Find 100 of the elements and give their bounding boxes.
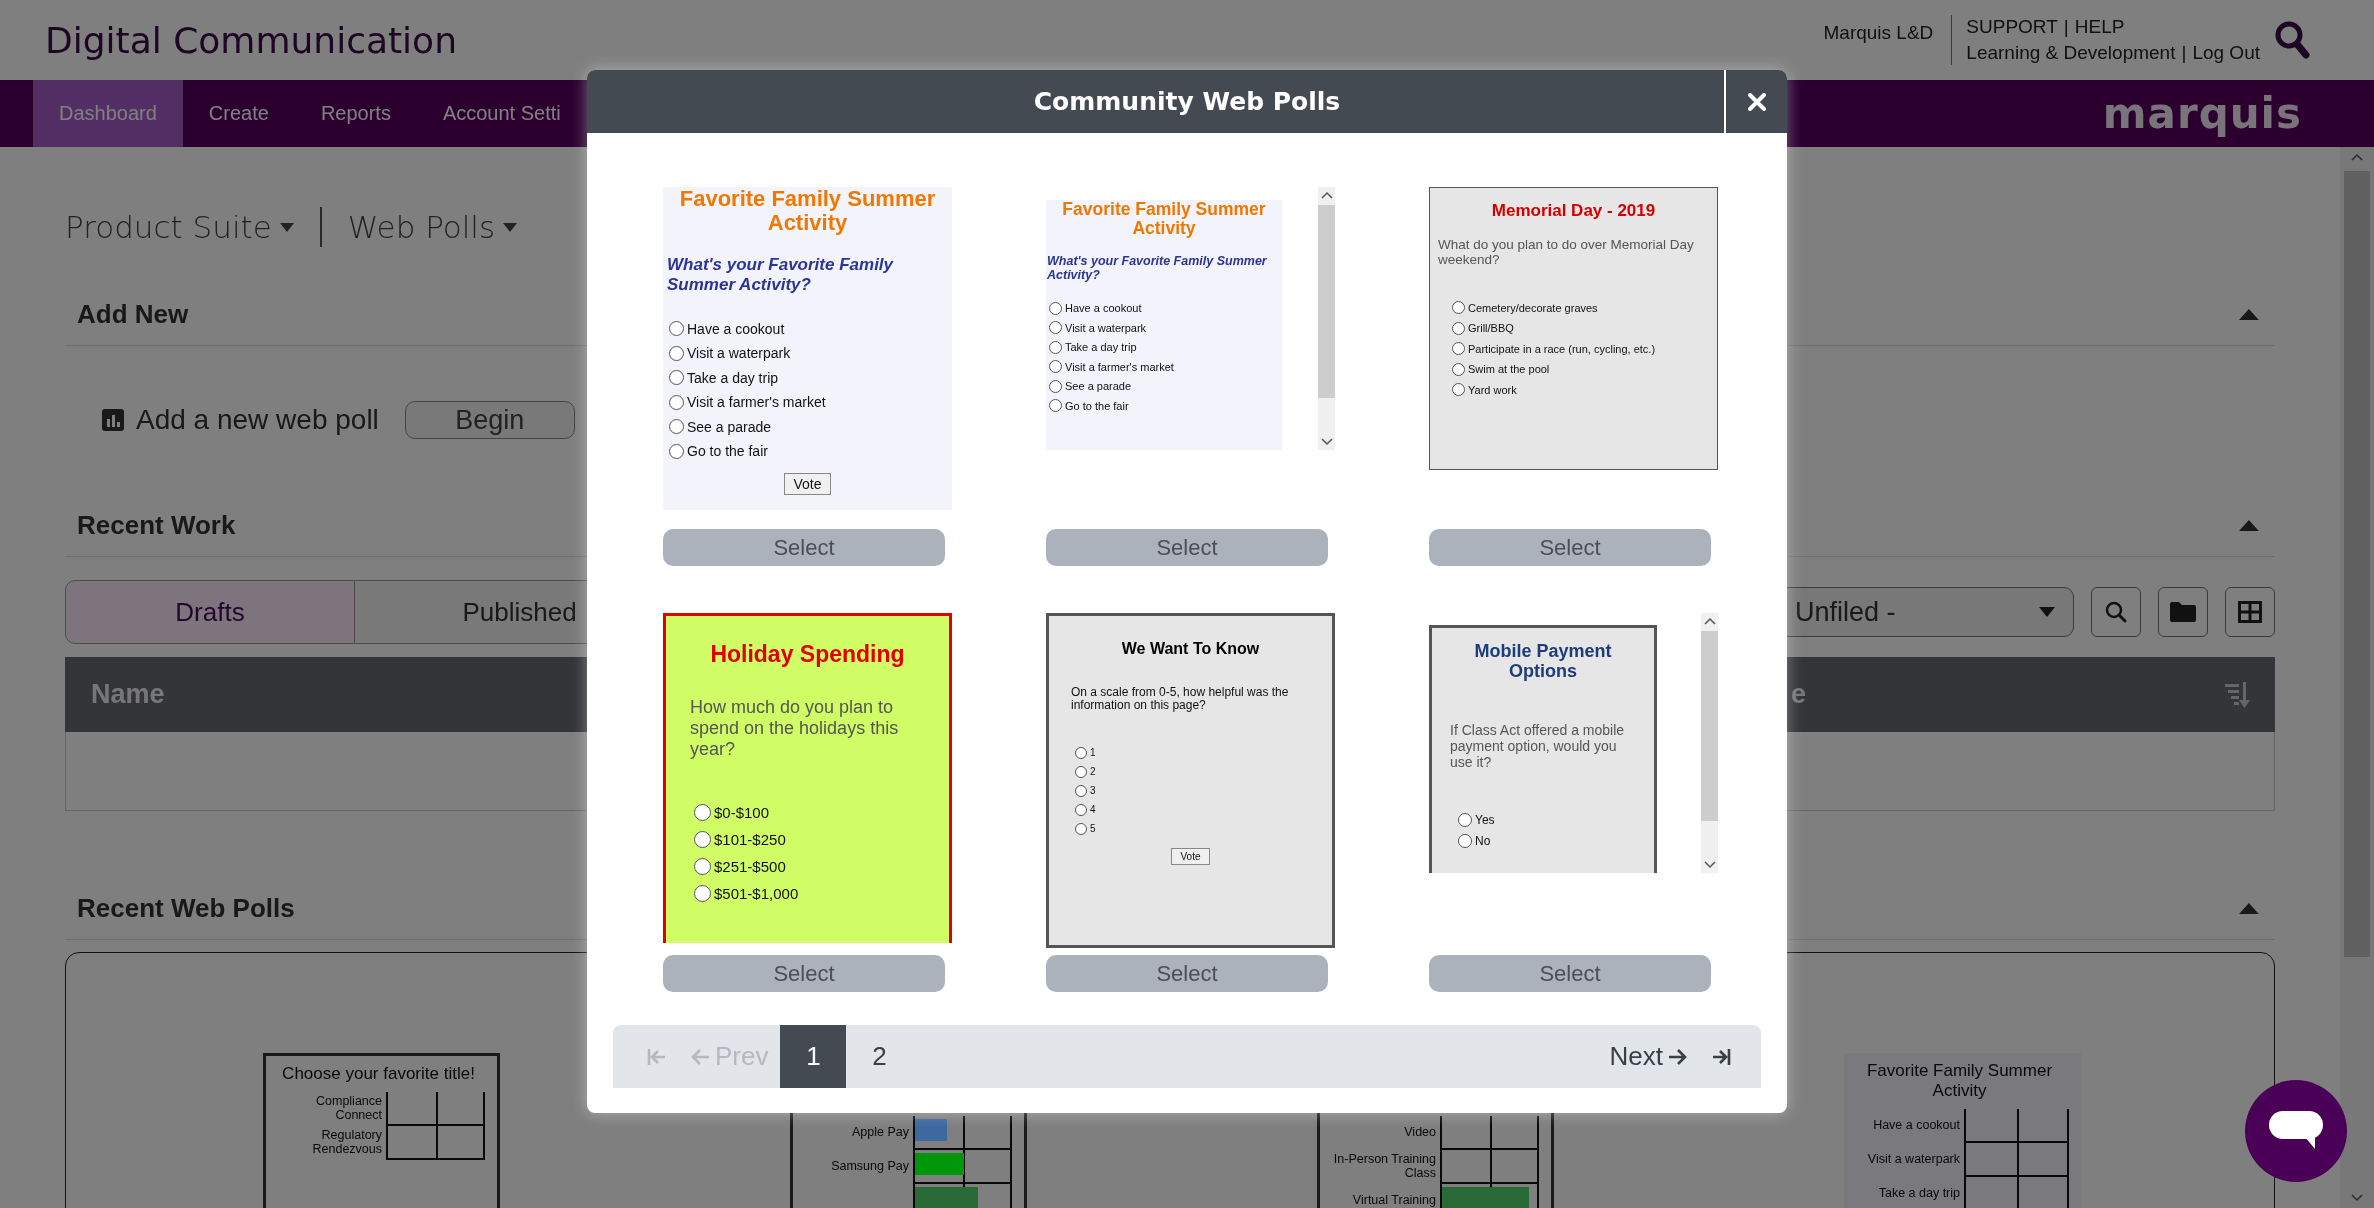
select-button[interactable]: Select <box>1046 955 1328 992</box>
nav-tab[interactable]: Create <box>182 80 295 147</box>
section-title: Add New <box>77 298 189 330</box>
right-arrow-icon <box>1667 1046 1687 1067</box>
radio-icon <box>1452 383 1465 397</box>
learning-link[interactable]: Learning & Development <box>1966 42 2176 64</box>
radio-icon <box>1452 301 1465 315</box>
nav-tab[interactable]: Dashboard <box>33 80 183 147</box>
poll-thumbnail[interactable]: Favorite Family Summer Activity Have a cookout Visit a waterpark Take a day trip <box>1844 1053 2081 1208</box>
radio-icon <box>669 345 684 361</box>
poll-option: Have a cookout <box>687 320 785 337</box>
radio-icon <box>1452 321 1465 335</box>
scrollbar[interactable] <box>1701 613 1718 873</box>
radio-icon <box>669 370 684 386</box>
poll-title: Favorite Family Summer Activity <box>678 187 937 236</box>
select-button[interactable]: Select <box>1429 955 1711 992</box>
close-icon <box>1747 92 1766 111</box>
scrollbar[interactable] <box>2340 147 2374 1208</box>
bar-label: Compliance Connect <box>315 1095 383 1123</box>
last-page-icon <box>1711 1046 1731 1067</box>
begin-button[interactable]: Begin <box>404 401 575 439</box>
select-button[interactable]: Select <box>1046 529 1328 566</box>
search-button[interactable] <box>2091 587 2141 637</box>
poll-option: $0-$100 <box>714 804 770 822</box>
collapse-icon[interactable] <box>2237 518 2261 532</box>
vote-button[interactable]: Vote <box>1171 848 1210 866</box>
radio-icon <box>1075 784 1087 797</box>
select-button[interactable]: Select <box>1429 529 1711 566</box>
radio-icon <box>1452 362 1465 376</box>
support-link[interactable]: SUPPORT <box>1966 16 2058 38</box>
collapse-icon[interactable] <box>2237 901 2261 915</box>
select-button[interactable]: Select <box>663 529 945 566</box>
poll-question: How much do you plan to spend on the holidays this year? <box>690 697 900 760</box>
radio-icon <box>1049 340 1062 354</box>
poll-option: Visit a waterpark <box>1065 321 1147 334</box>
vote-button[interactable]: Vote <box>784 473 831 496</box>
poll-option: Take a day trip <box>687 369 779 386</box>
page-button[interactable]: 1 <box>780 1025 847 1088</box>
radio-icon <box>694 858 711 876</box>
poll-option: See a parade <box>687 418 772 435</box>
bar-label: Video <box>1403 1126 1437 1140</box>
scroll-down-icon[interactable] <box>1703 861 1716 869</box>
scroll-up-icon[interactable] <box>1320 191 1333 199</box>
radio-icon <box>694 885 711 903</box>
search-icon <box>2274 20 2310 60</box>
poll-option: Visit a farmer's market <box>687 394 826 411</box>
scroll-down-icon[interactable] <box>2351 1194 2363 1202</box>
scrollbar-thumb[interactable] <box>1318 205 1335 398</box>
nav-tab[interactable]: Reports <box>294 80 417 147</box>
scroll-down-icon[interactable] <box>1320 438 1333 446</box>
folder-icon <box>2170 602 2196 622</box>
search-button[interactable] <box>2274 20 2310 60</box>
poll-question: What's your Favorite Family Summer Activity? <box>667 255 895 295</box>
poll-question: What's your Favorite Family Summer Activity? <box>1047 253 1268 283</box>
poll-title: Holiday Spending <box>709 642 906 668</box>
poll-title: Mobile Payment Options <box>1473 642 1613 682</box>
scrollbar[interactable] <box>1318 187 1335 450</box>
next-button[interactable]: Next <box>1597 1025 1699 1088</box>
nav-tab[interactable]: Account Setti <box>416 80 587 147</box>
poll-option: Take a day trip <box>1065 341 1137 353</box>
poll-option: Have a cookout <box>1065 302 1142 314</box>
radio-icon <box>1075 803 1087 816</box>
logout-link[interactable]: Log Out <box>2192 42 2260 64</box>
scrollbar-thumb[interactable] <box>1701 631 1718 821</box>
poll-option: Grill/BBQ <box>1468 322 1514 335</box>
breadcrumb-dropdown[interactable]: Product Suite <box>65 209 294 245</box>
folder-button[interactable] <box>2158 587 2208 637</box>
poll-option: Cemetery/decorate graves <box>1468 301 1598 314</box>
grid-view-button[interactable] <box>2225 587 2275 637</box>
poll-option: 1 <box>1090 747 1096 759</box>
chart-icon <box>102 409 124 431</box>
bar-label: Regulatory Rendezvous <box>311 1129 383 1157</box>
page-button[interactable]: 2 <box>846 1025 913 1088</box>
bar-label: Samsung Pay <box>830 1160 910 1174</box>
radio-icon <box>694 831 711 849</box>
logo: marquis <box>2102 89 2302 138</box>
poll-thumbnail[interactable]: Choose your favorite title! Compliance Connect Regulatory Rendezvous <box>263 1053 500 1208</box>
thumbnail-title: Favorite Family Summer Activity <box>1865 1061 2054 1101</box>
radio-icon <box>669 321 684 337</box>
grid-icon <box>2238 601 2262 623</box>
chat-icon <box>2269 1111 2323 1151</box>
caret-icon <box>2039 607 2055 617</box>
tab[interactable]: Drafts <box>65 580 355 644</box>
scroll-up-icon[interactable] <box>1703 617 1716 625</box>
user-name: Marquis L&D <box>1823 22 1934 44</box>
bar-label: Apple Pay <box>851 1126 910 1140</box>
radio-icon <box>1075 765 1087 778</box>
select-button[interactable]: Select <box>663 955 945 992</box>
bar-label: Have a cookout <box>1872 1119 1961 1133</box>
radio-icon <box>1452 342 1465 356</box>
help-link[interactable]: HELP <box>2074 16 2125 38</box>
collapse-icon[interactable] <box>2237 307 2261 321</box>
poll-option: $251-$500 <box>714 858 786 876</box>
poll-option: $101-$250 <box>714 831 786 849</box>
poll-question: If Class Act offered a mobile payment option, would you use it? <box>1450 721 1626 770</box>
breadcrumb-dropdown[interactable]: Web Polls <box>347 209 518 245</box>
scroll-up-icon[interactable] <box>2351 153 2363 161</box>
thumbnail-title: Choose your favorite title! <box>281 1064 476 1084</box>
left-arrow-icon <box>691 1046 711 1067</box>
radio-icon <box>1049 301 1062 315</box>
